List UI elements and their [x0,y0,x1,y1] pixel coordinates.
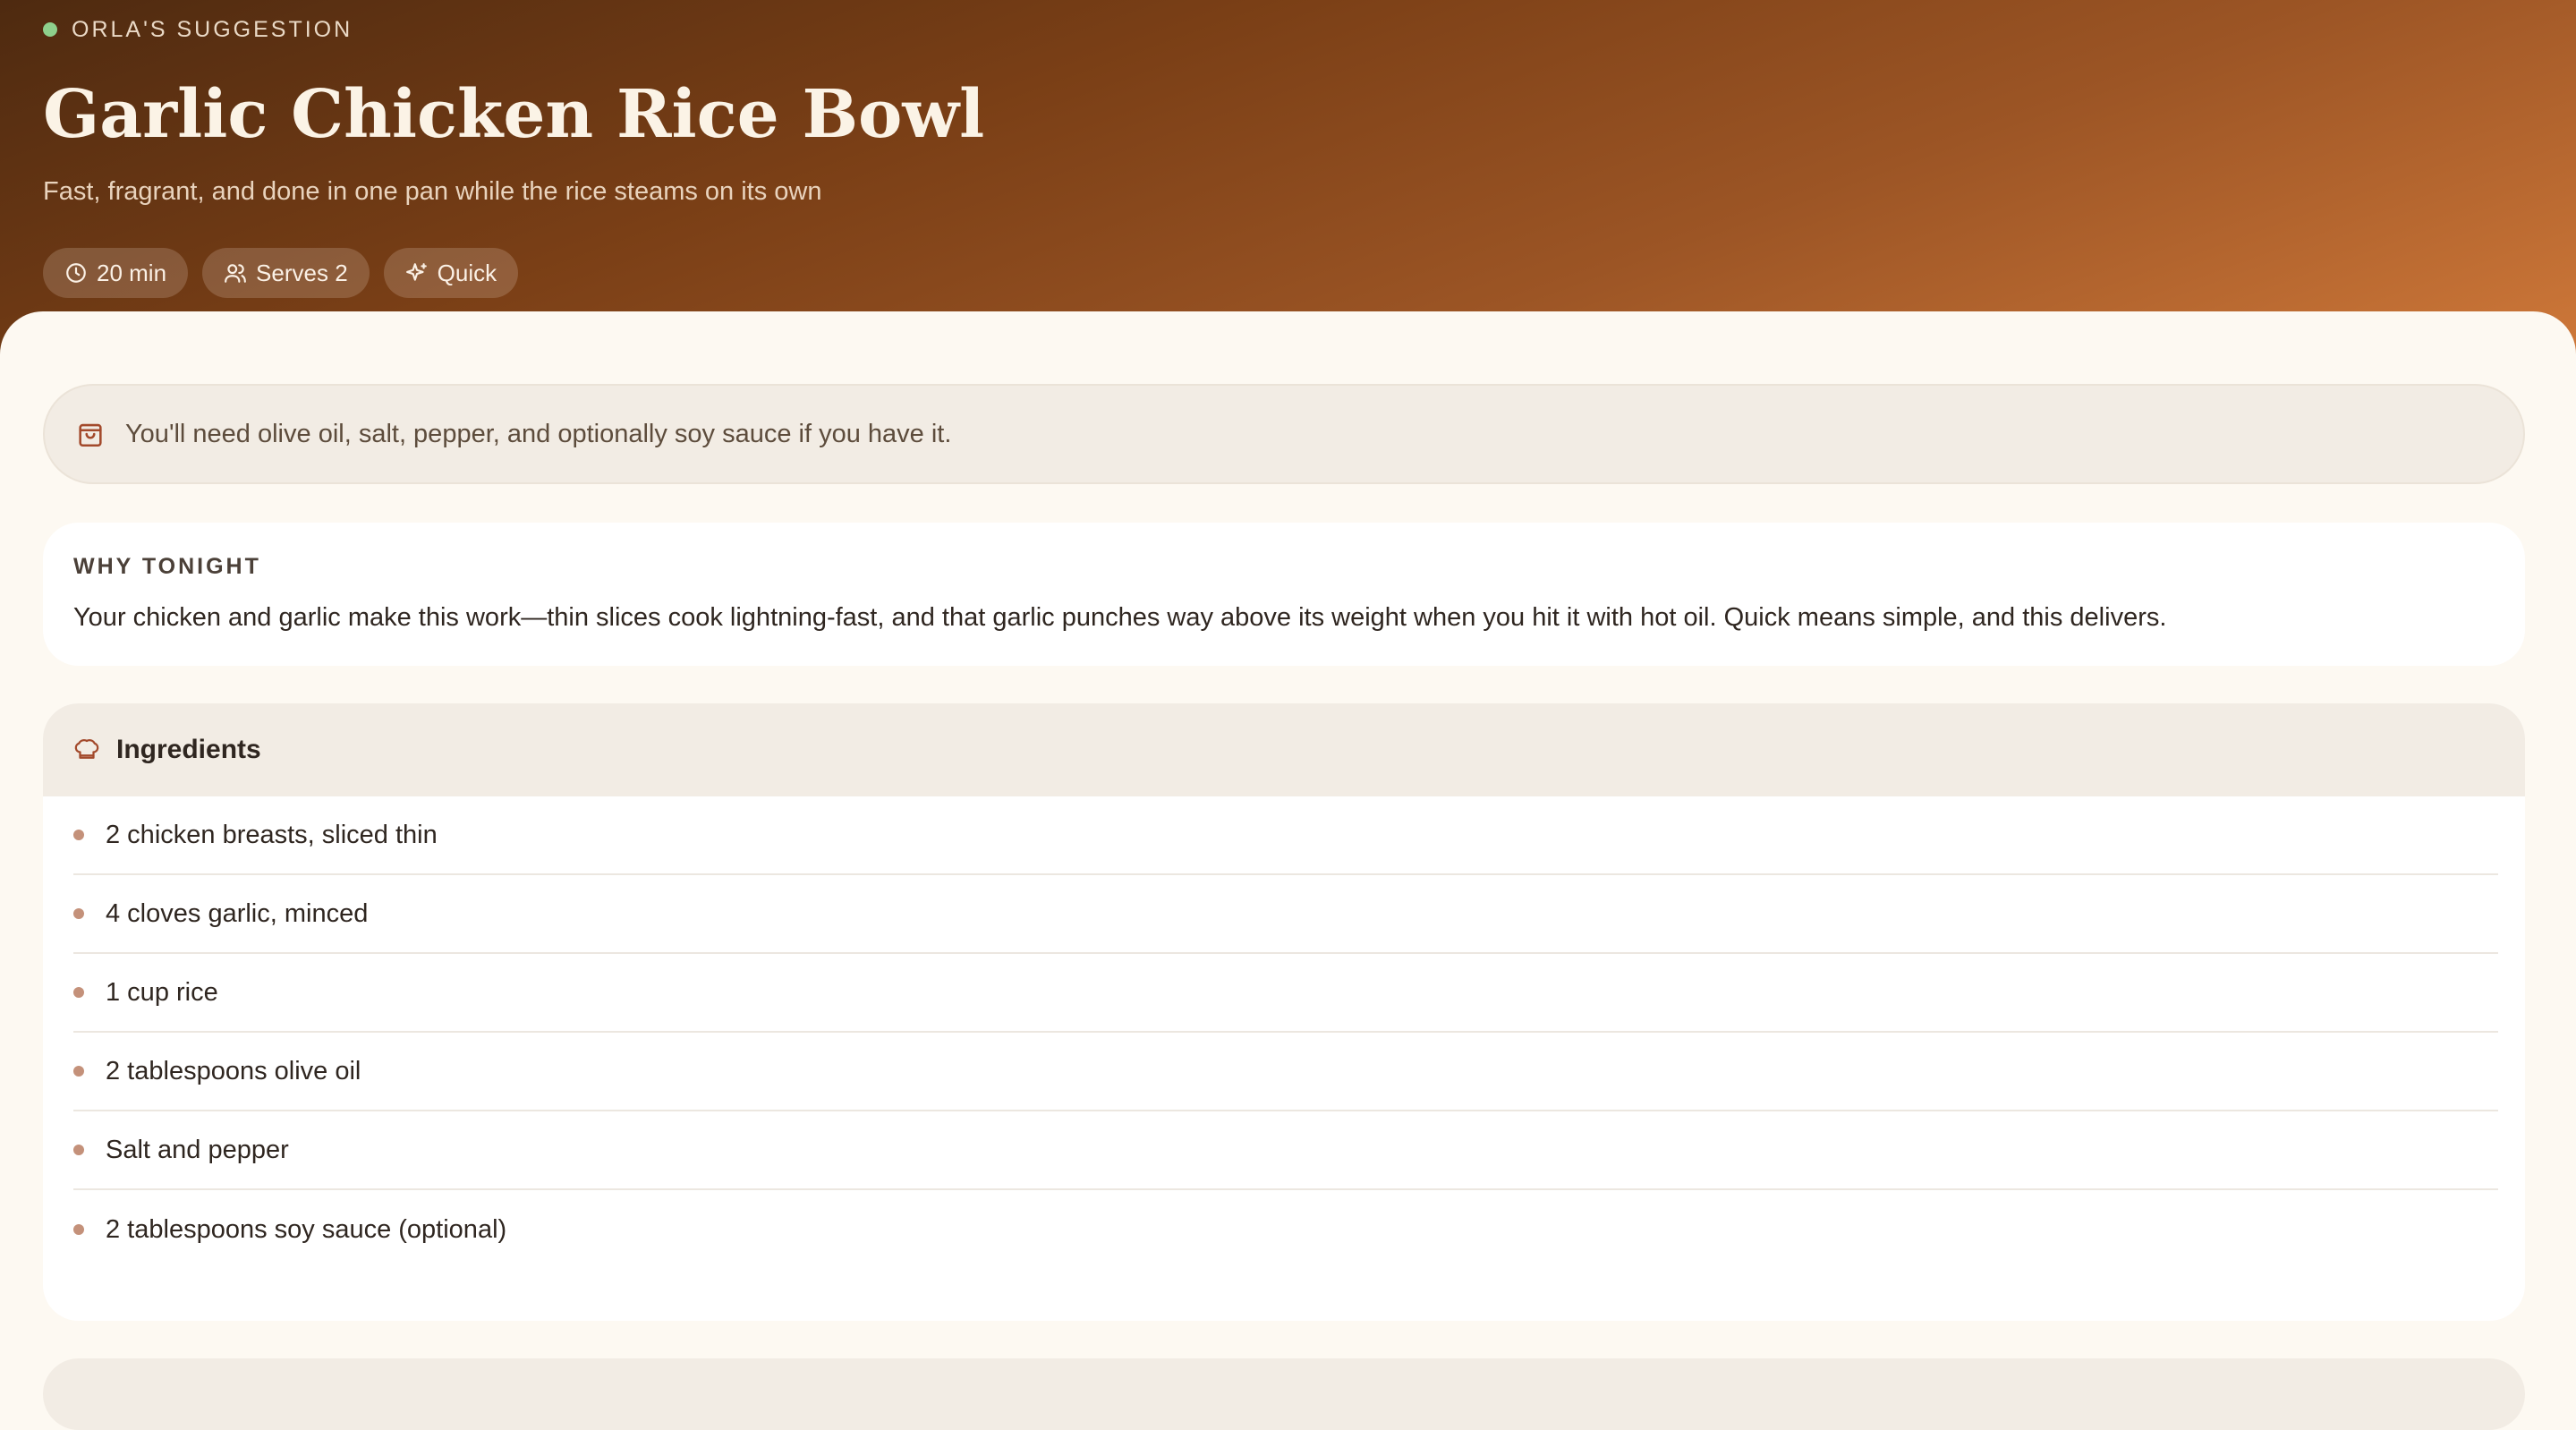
recipe-title: Garlic Chicken Rice Bowl [43,76,985,153]
eyebrow-label: ORLA'S SUGGESTION [72,16,353,42]
list-item: Salt and pepper [73,1111,2498,1190]
why-tonight-text: Your chicken and garlic make this work—t… [73,603,2167,632]
suggestion-eyebrow: ORLA'S SUGGESTION [43,16,353,43]
ingredient-text: Salt and pepper [106,1135,289,1164]
list-item: 2 tablespoons olive oil [73,1033,2498,1111]
quick-pill-label: Quick [437,259,497,286]
bullet-icon [73,1066,84,1077]
next-section-card [43,1358,2525,1430]
time-pill: 20 min [43,248,189,298]
time-pill-label: 20 min [97,259,167,286]
ingredients-card: Ingredients 2 chicken breasts, sliced th… [43,703,2525,1321]
bullet-icon [73,908,84,919]
ingredients-list: 2 chicken breasts, sliced thin 4 cloves … [43,796,2525,1269]
pantry-note-text: You'll need olive oil, salt, pepper, and… [125,419,952,448]
why-tonight-heading: WHY TONIGHT [73,554,261,579]
pantry-note: You'll need olive oil, salt, pepper, and… [43,384,2525,484]
list-item: 2 tablespoons soy sauce (optional) [73,1190,2498,1269]
status-dot [43,22,57,37]
bullet-icon [73,830,84,840]
ingredient-text: 2 tablespoons olive oil [106,1056,361,1085]
servings-pill-label: Serves 2 [256,259,348,286]
recipe-subtitle: Fast, fragrant, and done in one pan whil… [43,177,822,206]
ingredients-title: Ingredients [116,735,261,764]
clock-icon [66,263,86,283]
list-item: 1 cup rice [73,954,2498,1033]
ingredient-text: 2 tablespoons soy sauce (optional) [106,1214,507,1244]
chef-hat-icon [74,739,99,759]
bullet-icon [73,1224,84,1235]
ingredients-header: Ingredients [43,703,2525,796]
why-tonight-card: WHY TONIGHT Your chicken and garlic make… [43,523,2525,666]
users-icon [225,264,246,283]
ingredient-text: 4 cloves garlic, minced [106,898,369,928]
list-item: 4 cloves garlic, minced [73,875,2498,954]
bullet-icon [73,987,84,998]
list-item: 2 chicken breasts, sliced thin [73,796,2498,875]
bullet-icon [73,1145,84,1155]
ingredient-text: 1 cup rice [106,977,218,1007]
quick-pill: Quick [383,248,519,298]
shopping-bag-icon [79,423,102,447]
ingredient-text: 2 chicken breasts, sliced thin [106,820,438,849]
sparkle-icon [405,263,427,281]
recipe-meta-pills: 20 min Serves 2 Quick [43,248,519,298]
servings-pill: Serves 2 [202,248,370,298]
